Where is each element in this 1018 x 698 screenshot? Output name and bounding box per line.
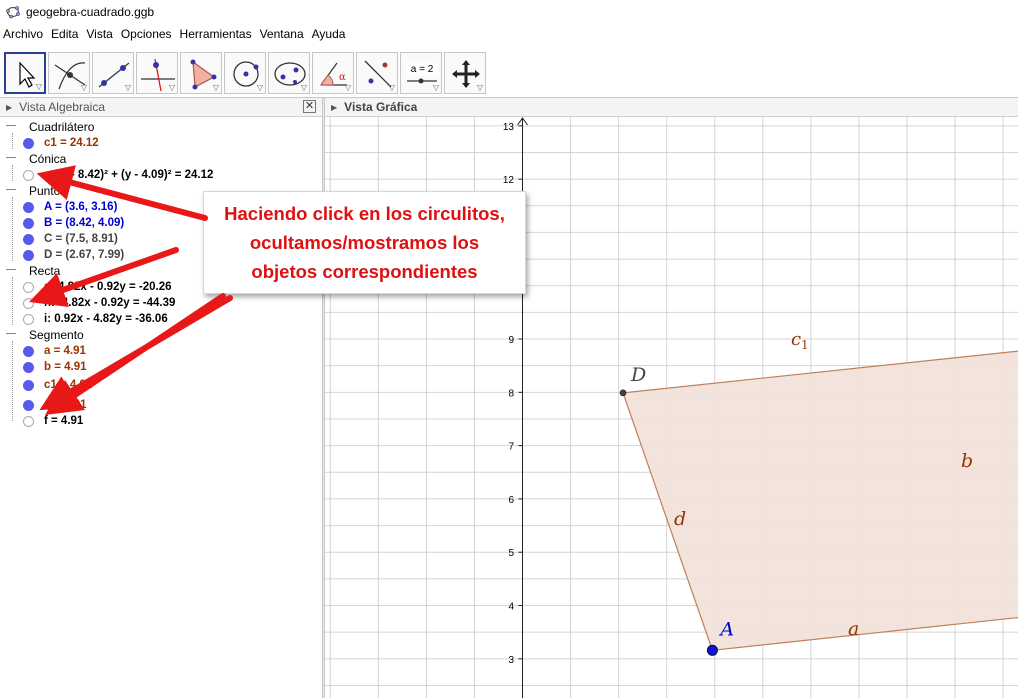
category-conica[interactable]: Cónica	[0, 151, 322, 167]
title-bar: geogebra-cuadrado.ggb	[0, 0, 1018, 24]
graphics-view-header: ▶ Vista Gráfica	[325, 98, 1018, 117]
y-tick-label: 13	[503, 122, 515, 133]
y-tick-label: 5	[508, 548, 514, 559]
window-title: geogebra-cuadrado.ggb	[26, 5, 155, 19]
close-icon[interactable]: ✕	[303, 100, 316, 113]
polygon-tool-button[interactable]: ▽	[180, 52, 222, 94]
visibility-toggle[interactable]	[23, 281, 34, 293]
visibility-toggle[interactable]	[23, 313, 34, 325]
list-item[interactable]: d = 4.91	[0, 397, 322, 413]
reflect-tool-button[interactable]: ▽	[356, 52, 398, 94]
visibility-toggle[interactable]	[23, 399, 34, 411]
list-item[interactable]: i: 0.92x - 4.82y = -36.06	[0, 311, 322, 327]
list-item[interactable]: c1 = 24.12	[0, 135, 322, 151]
segment-label-a: a	[848, 618, 859, 640]
line-tool-button[interactable]: ▽	[92, 52, 134, 94]
category-cuadrilatero[interactable]: Cuadrilátero	[0, 119, 322, 135]
perpendicular-tool-button[interactable]: ▽	[136, 52, 178, 94]
menu-opciones[interactable]: Opciones	[121, 27, 172, 41]
visibility-toggle[interactable]	[23, 345, 34, 357]
visibility-toggle[interactable]	[23, 361, 34, 373]
segment-label-b: b	[961, 450, 973, 472]
callout-line: Haciendo click en los circulitos,	[224, 203, 505, 224]
y-tick-label: 7	[508, 442, 514, 453]
annotation-callout: Haciendo click en los circulitos, oculta…	[203, 191, 526, 294]
collapse-arrow-icon[interactable]: ▶	[331, 103, 337, 112]
visibility-toggle[interactable]	[23, 297, 34, 309]
point-tool-button[interactable]: ▽	[48, 52, 90, 94]
segment-label-d: d	[674, 508, 686, 530]
list-item[interactable]: c1 = 4.91	[0, 377, 322, 393]
move-tool-button[interactable]: ▽	[4, 52, 46, 94]
menu-bar: Archivo Edita Vista Opciones Herramienta…	[0, 24, 1018, 44]
category-segmento[interactable]: Segmento	[0, 327, 322, 343]
y-tick-label: 6	[508, 495, 514, 506]
angle-tool-button[interactable]: α ▽	[312, 52, 354, 94]
visibility-toggle[interactable]	[23, 217, 34, 229]
visibility-toggle[interactable]	[23, 379, 34, 391]
collapse-arrow-icon[interactable]: ▶	[6, 103, 12, 112]
segment-label-c1: c	[791, 329, 801, 350]
point-d[interactable]	[619, 389, 627, 397]
list-item[interactable]: b = 4.91	[0, 359, 322, 375]
point-label-a: A	[718, 618, 734, 640]
algebra-view-header: ▶ Vista Algebraica ✕	[0, 98, 322, 117]
visibility-toggle[interactable]	[23, 415, 34, 427]
menu-ayuda[interactable]: Ayuda	[312, 27, 346, 41]
conic-tool-button[interactable]: ▽	[268, 52, 310, 94]
menu-vista[interactable]: Vista	[86, 27, 112, 41]
algebra-view-title: Vista Algebraica	[19, 100, 105, 114]
callout-line: objetos correspondientes	[251, 261, 478, 282]
point-label-d: D	[630, 364, 646, 386]
y-tick-label: 9	[508, 335, 514, 346]
svg-text:α: α	[339, 72, 346, 83]
menu-herramientas[interactable]: Herramientas	[180, 27, 252, 41]
callout-line: ocultamos/mostramos los	[249, 232, 480, 253]
visibility-toggle[interactable]	[23, 169, 34, 181]
point-a[interactable]	[706, 644, 718, 656]
visibility-toggle[interactable]	[23, 233, 34, 245]
visibility-toggle[interactable]	[23, 137, 34, 149]
graphics-view-title: Vista Gráfica	[344, 100, 418, 114]
list-item[interactable]: c: (x - 8.42)² + (y - 4.09)² = 24.12	[0, 167, 322, 183]
list-item[interactable]: f = 4.91	[0, 413, 322, 429]
list-item[interactable]: h: -4.82x - 0.92y = -44.39	[0, 295, 322, 311]
segment-label-c1-subscript: 1	[801, 338, 809, 352]
y-tick-label: 3	[508, 655, 514, 666]
menu-edita[interactable]: Edita	[51, 27, 78, 41]
circle-tool-button[interactable]: ▽	[224, 52, 266, 94]
y-tick-label: 12	[503, 175, 515, 186]
svg-text:a = 2: a = 2	[411, 64, 434, 75]
menu-archivo[interactable]: Archivo	[3, 27, 43, 41]
y-tick-label: 4	[508, 602, 514, 613]
toolbar: ▽ ▽ ▽ ▽ ▽ ▽ ▽ α ▽ ▽ a = 2 ▽ ▽	[0, 46, 1018, 98]
visibility-toggle[interactable]	[23, 201, 34, 213]
menu-ventana[interactable]: Ventana	[260, 27, 304, 41]
y-tick-label: 8	[508, 388, 514, 399]
move-view-tool-button[interactable]: ▽	[444, 52, 486, 94]
list-item[interactable]: a = 4.91	[0, 343, 322, 359]
slider-tool-button[interactable]: a = 2 ▽	[400, 52, 442, 94]
visibility-toggle[interactable]	[23, 249, 34, 261]
geogebra-app-icon	[6, 6, 20, 19]
quadrilateral-c1[interactable]	[622, 344, 1018, 651]
